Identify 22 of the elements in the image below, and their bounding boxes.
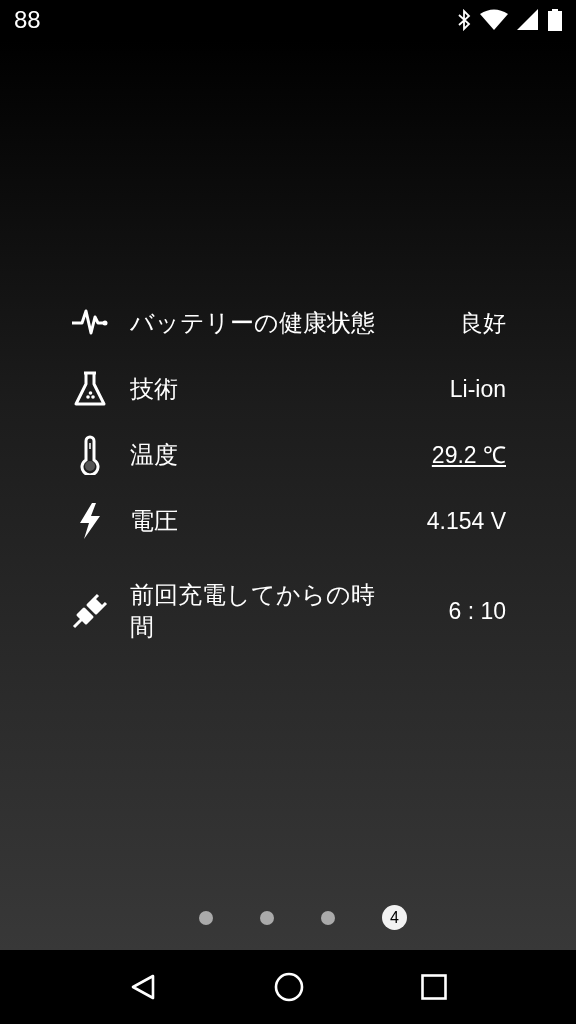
bluetooth-icon: [457, 9, 471, 31]
row-value: 6 : 10: [448, 597, 506, 626]
value-link[interactable]: 29.2 ℃: [431, 439, 506, 471]
wifi-icon: [480, 9, 508, 31]
row-value: 4.154 V: [426, 507, 506, 536]
row-label: バッテリーの健康状態: [130, 308, 376, 339]
row-label: 電圧: [130, 506, 179, 537]
plug-icon: [70, 591, 110, 631]
page-indicator[interactable]: [199, 910, 213, 925]
recents-button[interactable]: [421, 974, 448, 1000]
row-label: 前回充電してからの時間: [130, 580, 376, 643]
status-time: 88: [14, 6, 41, 34]
signal-icon: [517, 9, 539, 31]
page-indicator[interactable]: 4: [382, 905, 407, 930]
row-label: 技術: [130, 374, 179, 405]
row-label: 温度: [130, 440, 179, 471]
row-value: 良好: [460, 309, 506, 338]
row-value: Li-ion: [449, 375, 506, 404]
page-indicator[interactable]: [260, 910, 274, 925]
home-button[interactable]: [274, 972, 304, 1002]
page-indicator[interactable]: [321, 910, 335, 925]
battery-icon: [548, 9, 562, 31]
